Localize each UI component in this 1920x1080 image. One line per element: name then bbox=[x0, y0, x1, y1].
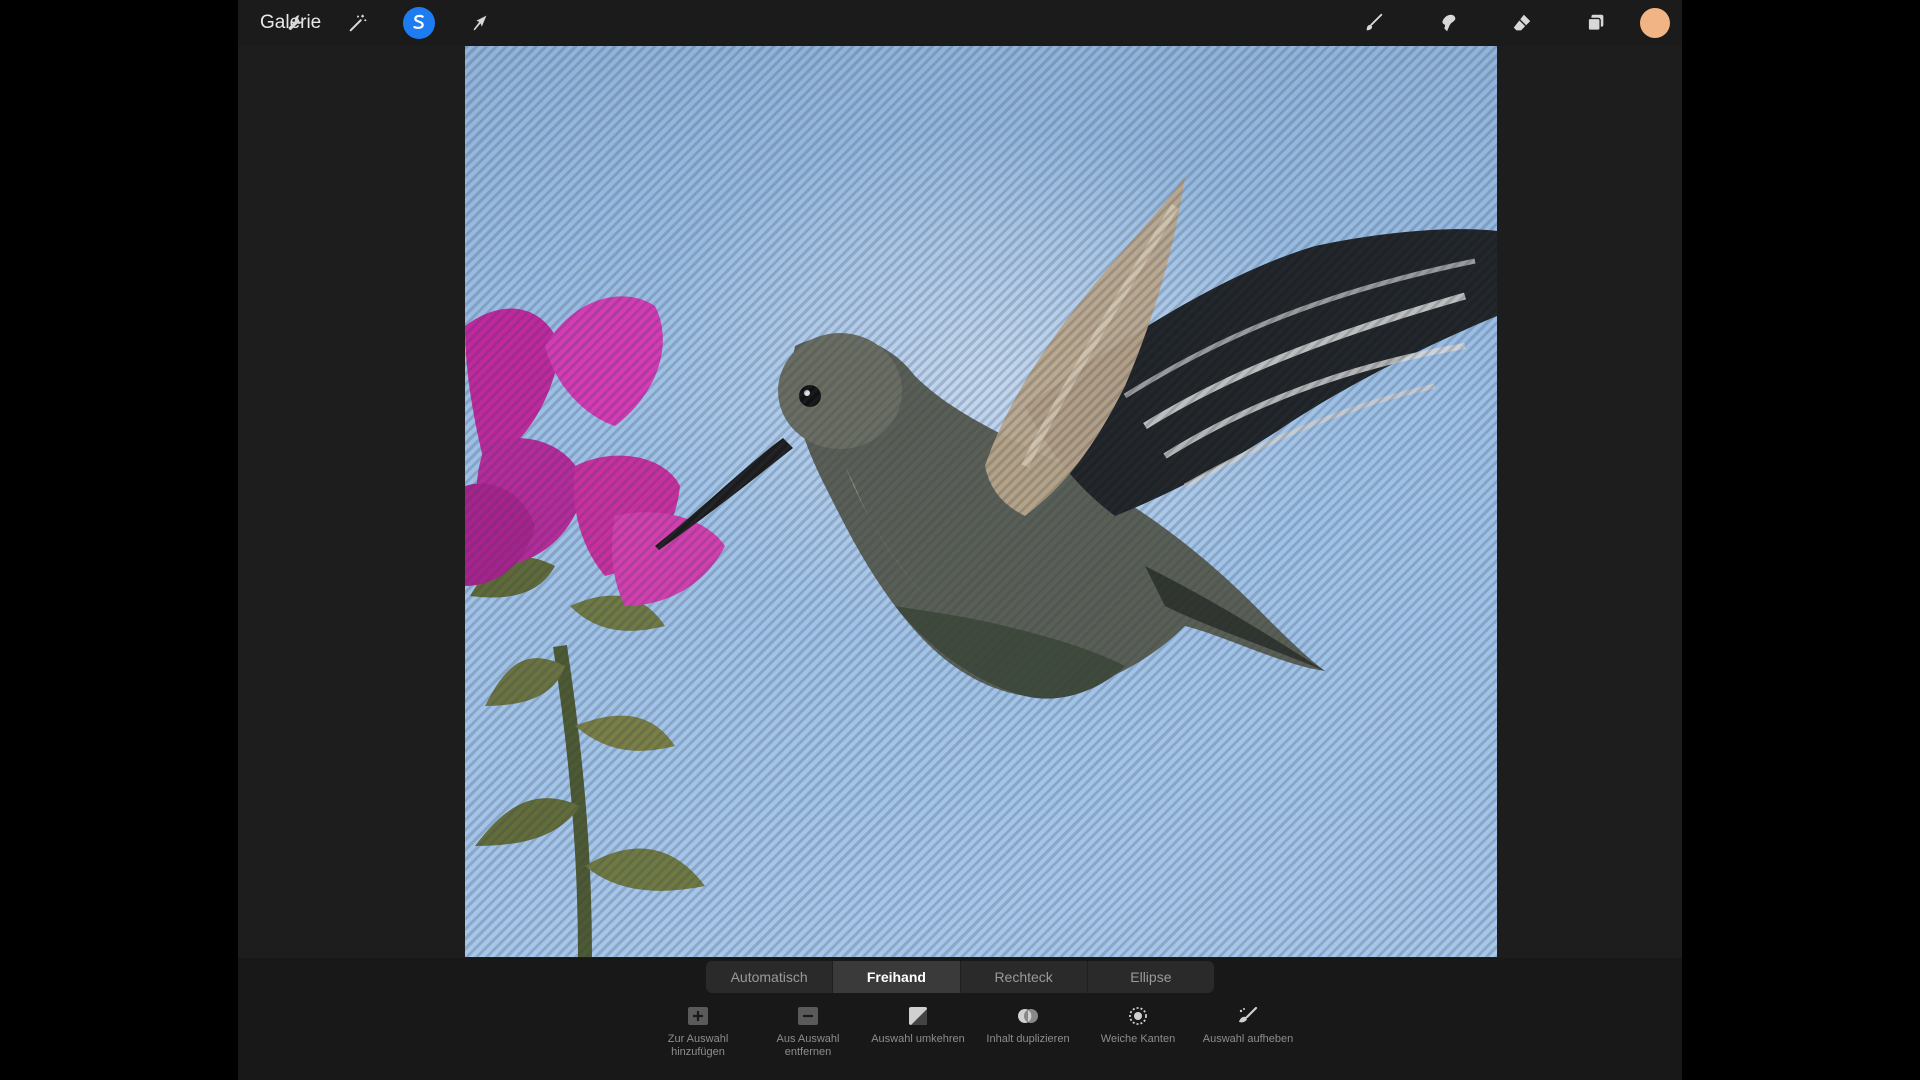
top-toolbar: Galerie bbox=[238, 0, 1682, 46]
selection-button[interactable] bbox=[403, 7, 435, 39]
invert-icon bbox=[909, 1007, 927, 1025]
layers-icon bbox=[1587, 14, 1604, 32]
remove-from-selection-label: Aus Auswahl entfernen bbox=[776, 1033, 840, 1058]
transform-button[interactable] bbox=[464, 7, 496, 39]
minus-box-icon bbox=[798, 1007, 818, 1025]
clear-selection-label: Auswahl aufheben bbox=[1202, 1033, 1294, 1045]
paint-button[interactable] bbox=[1358, 7, 1390, 39]
eraser-button[interactable] bbox=[1506, 7, 1538, 39]
selection-mode-switcher: Automatisch Freihand Rechteck Ellipse bbox=[706, 961, 1214, 993]
add-to-selection-button[interactable]: Zur Auswahl hinzufügen bbox=[643, 1005, 753, 1059]
mode-freihand[interactable]: Freihand bbox=[833, 961, 961, 993]
adjustments-button[interactable] bbox=[342, 7, 374, 39]
mode-rechteck[interactable]: Rechteck bbox=[961, 961, 1088, 993]
selection-actions: Zur Auswahl hinzufügen Aus Auswahl entfe… bbox=[643, 1005, 1293, 1075]
clear-selection-button[interactable]: Auswahl aufheben bbox=[1193, 1005, 1303, 1046]
eraser-icon bbox=[1513, 14, 1531, 31]
feather-button[interactable]: Weiche Kanten bbox=[1083, 1005, 1193, 1046]
wrench-icon bbox=[288, 15, 304, 30]
brush-icon bbox=[1366, 13, 1383, 31]
duplicate-content-button[interactable]: Inhalt duplizieren bbox=[973, 1005, 1083, 1046]
mode-ellipse[interactable]: Ellipse bbox=[1088, 961, 1214, 993]
smudge-icon bbox=[1442, 14, 1456, 32]
selection-s-icon bbox=[413, 14, 424, 29]
duplicate-icon bbox=[1018, 1009, 1038, 1023]
add-to-selection-label: Zur Auswahl hinzufügen bbox=[667, 1033, 729, 1058]
canvas-area bbox=[238, 46, 1682, 958]
arrow-cursor-icon bbox=[473, 15, 487, 31]
feather-icon bbox=[1129, 1007, 1147, 1025]
color-picker-button[interactable] bbox=[1640, 8, 1670, 38]
invert-selection-button[interactable]: Auswahl umkehren bbox=[863, 1005, 973, 1046]
clear-selection-icon bbox=[1239, 1006, 1258, 1023]
feather-label: Weiche Kanten bbox=[1100, 1033, 1176, 1045]
actions-button[interactable] bbox=[281, 7, 313, 39]
magic-wand-icon bbox=[349, 14, 367, 32]
duplicate-content-label: Inhalt duplizieren bbox=[986, 1033, 1070, 1045]
remove-from-selection-button[interactable]: Aus Auswahl entfernen bbox=[753, 1005, 863, 1059]
selection-mask-overlay bbox=[465, 46, 1497, 957]
plus-box-icon bbox=[688, 1007, 708, 1025]
mode-automatisch[interactable]: Automatisch bbox=[706, 961, 834, 993]
drawing-canvas[interactable] bbox=[465, 46, 1497, 957]
layers-button[interactable] bbox=[1580, 7, 1612, 39]
invert-selection-label: Auswahl umkehren bbox=[871, 1033, 965, 1045]
procreate-app: Galerie Automatisch Freihand Rechteck El… bbox=[238, 0, 1682, 1080]
smudge-button[interactable] bbox=[1432, 7, 1464, 39]
